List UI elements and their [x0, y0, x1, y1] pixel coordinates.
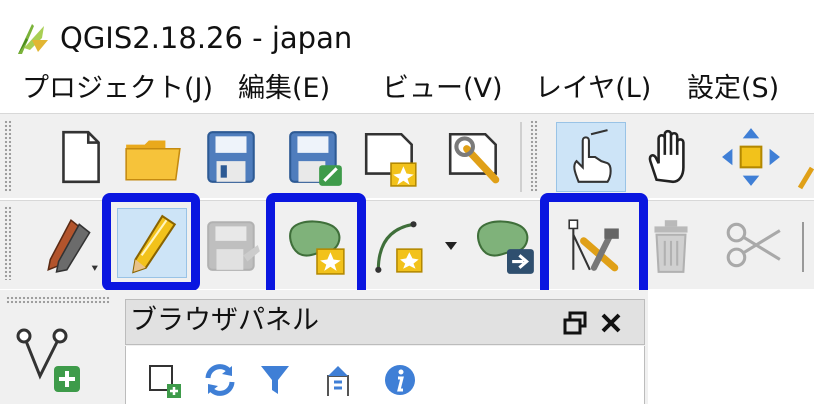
toolbar-overflow-icon[interactable] — [796, 160, 814, 190]
new-vector-layer-button[interactable] — [10, 316, 90, 396]
save-layer-edits-icon — [207, 221, 260, 271]
menu-project[interactable]: プロジェクト(J) — [22, 70, 213, 108]
collapse-all-button[interactable] — [318, 360, 358, 400]
pan-hand-icon — [648, 129, 685, 184]
new-print-composer-button[interactable] — [356, 122, 426, 192]
menu-view[interactable]: ビュー(V) — [382, 70, 503, 108]
touch-zoom-pan-icon — [573, 129, 612, 183]
save-icon — [207, 131, 255, 183]
current-edits-button[interactable] — [36, 210, 106, 280]
composer-manager-icon — [448, 132, 500, 184]
pan-map-button[interactable] — [636, 122, 706, 192]
toolbar-grip[interactable] — [530, 120, 538, 192]
float-window-icon — [563, 311, 587, 335]
menu-edit[interactable]: 編集(E) — [238, 70, 330, 108]
panel-grip[interactable] — [6, 296, 110, 304]
refresh-button[interactable] — [200, 360, 240, 400]
add-selected-layers-button[interactable] — [145, 360, 185, 400]
node-tool-button[interactable] — [559, 210, 629, 280]
pan-to-selection-icon — [722, 128, 780, 186]
menu-settings[interactable]: 設定(S) — [687, 70, 779, 108]
pan-to-selection-button[interactable] — [716, 122, 786, 192]
add-feature-button[interactable] — [282, 210, 352, 280]
new-print-composer-icon — [364, 132, 417, 187]
toggle-editing-icon — [132, 214, 177, 274]
new-vector-layer-icon — [16, 328, 80, 392]
new-project-button[interactable] — [45, 122, 115, 192]
toolbar-grip[interactable] — [4, 206, 12, 280]
move-feature-button[interactable] — [472, 210, 542, 280]
toggle-editing-button[interactable] — [117, 208, 187, 278]
save-as-button[interactable] — [280, 122, 350, 192]
toolbar-grip[interactable] — [4, 120, 12, 192]
circular-string-menu-arrow[interactable] — [444, 238, 458, 252]
panel-float-button[interactable] — [562, 310, 588, 336]
cut-features-button[interactable] — [718, 210, 788, 280]
touch-zoom-pan-button[interactable] — [556, 122, 626, 192]
window-title: QGIS2.18.26 - japan — [60, 21, 353, 55]
new-project-icon — [62, 130, 100, 184]
add-feature-icon — [289, 220, 345, 275]
open-project-button[interactable] — [118, 122, 188, 192]
save-as-icon — [289, 131, 342, 186]
menu-layer[interactable]: レイヤ(L) — [535, 70, 651, 108]
delete-selected-icon — [654, 220, 688, 273]
collapse-all-icon — [327, 366, 349, 396]
add-circular-string-button[interactable] — [364, 210, 434, 280]
add-circular-string-icon — [375, 221, 423, 273]
composer-manager-button[interactable] — [440, 122, 510, 192]
move-feature-icon — [477, 220, 534, 274]
info-icon — [385, 365, 415, 395]
save-layer-edits-button[interactable] — [198, 210, 268, 280]
node-tool-icon — [568, 219, 619, 272]
browser-panel-title: ブラウザパネル — [130, 305, 319, 336]
save-project-button[interactable] — [196, 122, 266, 192]
toolbar-overflow-edge — [802, 222, 814, 272]
close-icon — [601, 313, 621, 333]
refresh-icon — [205, 364, 235, 396]
panel-close-button[interactable] — [598, 310, 624, 336]
delete-selected-button[interactable] — [636, 210, 706, 280]
toolbar-separator — [520, 122, 522, 192]
qgis-logo-icon — [12, 18, 52, 58]
cut-features-icon — [726, 222, 781, 268]
add-selected-layers-icon — [149, 365, 181, 398]
open-folder-icon — [125, 140, 181, 181]
properties-button[interactable] — [380, 360, 420, 400]
filter-button[interactable] — [255, 360, 295, 400]
current-edits-icon — [47, 219, 98, 273]
filter-icon — [261, 366, 289, 394]
chevron-down-icon — [445, 242, 457, 250]
